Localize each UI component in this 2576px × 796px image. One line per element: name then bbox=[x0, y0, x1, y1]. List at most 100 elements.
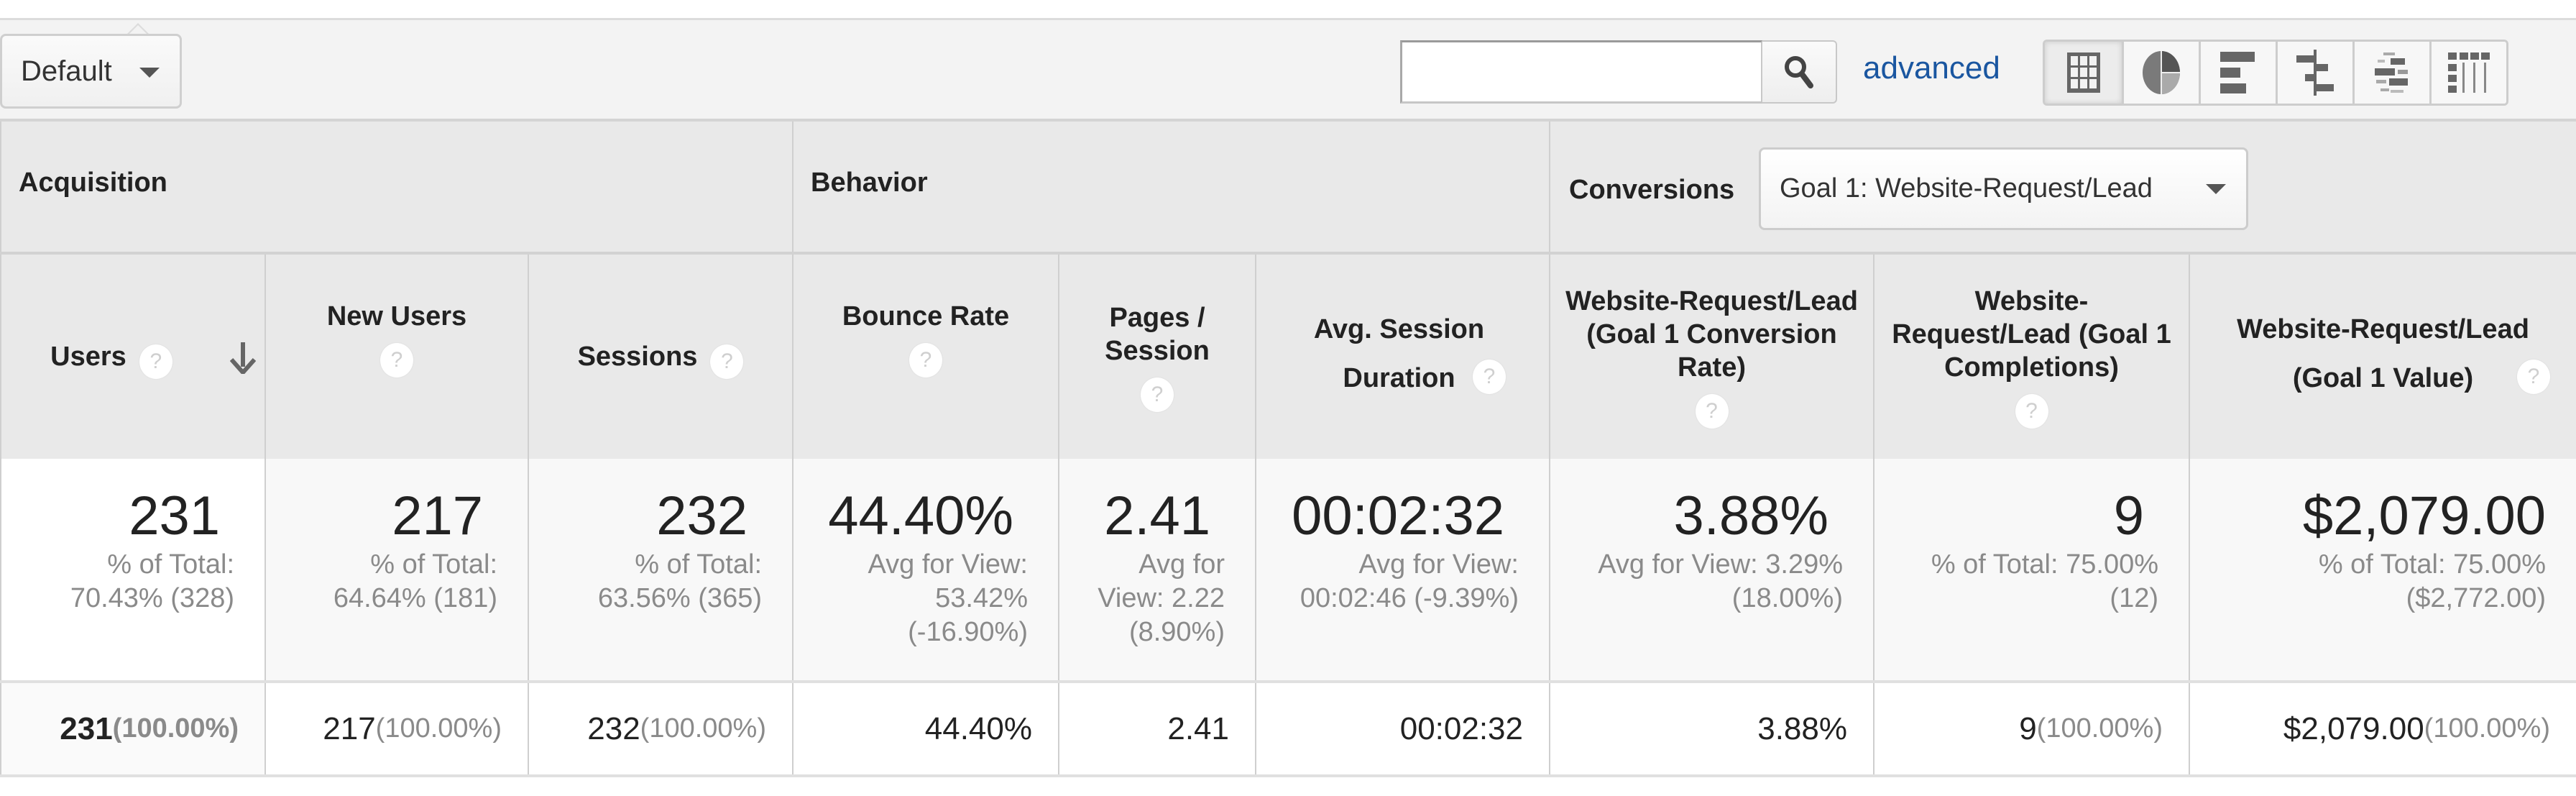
search-button[interactable] bbox=[1762, 40, 1837, 104]
view-selector-dropdown[interactable]: Default bbox=[0, 34, 182, 109]
summary-value: 217 bbox=[392, 485, 483, 546]
column-header-goal-value[interactable]: Website-Request/Lead (Goal 1 Value) ? bbox=[2189, 255, 2576, 459]
report-toolbar: Default advanced bbox=[0, 18, 2576, 122]
column-label: Sessions bbox=[577, 342, 698, 372]
summary-value: $2,079.00 bbox=[2302, 485, 2546, 546]
total-value: 2.41 bbox=[1167, 710, 1229, 746]
view-mode-group bbox=[2043, 40, 2508, 106]
column-header-avg-session-duration[interactable]: Avg. Session Duration ? bbox=[1255, 255, 1549, 459]
total-cell-conversion-rate: 3.88% bbox=[1549, 683, 1873, 774]
column-label: Pages / Session bbox=[1105, 303, 1210, 366]
help-icon[interactable]: ? bbox=[2517, 360, 2550, 394]
performance-view-button[interactable] bbox=[2199, 42, 2276, 104]
summary-comparison: Avg for View: 00:02:46 (-9.39%) bbox=[1300, 549, 1519, 613]
help-icon[interactable]: ? bbox=[710, 344, 744, 379]
pivot-view-button[interactable] bbox=[2429, 42, 2506, 104]
summary-comparison: % of Total: 63.56% (365) bbox=[597, 549, 762, 613]
caret-down-icon bbox=[139, 68, 160, 78]
help-icon[interactable]: ? bbox=[1695, 394, 1729, 429]
table-view-button[interactable] bbox=[2045, 42, 2122, 104]
total-cell-goal-value: $2,079.00 (100.00%) bbox=[2189, 683, 2576, 774]
column-header-pages-per-session[interactable]: Pages / Session ? bbox=[1058, 255, 1255, 459]
total-cell-completions: 9 (100.00%) bbox=[1873, 683, 2189, 774]
help-icon[interactable]: ? bbox=[1473, 360, 1506, 394]
pie-chart-icon bbox=[2143, 51, 2180, 94]
column-header-new-users[interactable]: New Users ? bbox=[264, 255, 528, 459]
column-header-conversion-rate[interactable]: Website-Request/Lead (Goal 1 Conversion … bbox=[1549, 255, 1873, 459]
grid-icon bbox=[2066, 52, 2100, 93]
summary-cell-goal-value: $2,079.00 % of Total: 75.00% ($2,772.00) bbox=[2189, 459, 2576, 680]
bar-chart-icon bbox=[2220, 52, 2255, 93]
summary-cell-sessions: 232 % of Total: 63.56% (365) bbox=[528, 459, 792, 680]
total-percent: (100.00%) bbox=[2424, 713, 2550, 744]
total-percent: (100.00%) bbox=[640, 713, 766, 744]
column-label: New Users bbox=[326, 301, 467, 331]
column-label: Website-Request/Lead (Goal 1 Completions… bbox=[1892, 286, 2171, 383]
total-row: 231 (100.00%) 217 (100.00%) 232 (100.00%) 4… bbox=[0, 683, 2576, 777]
summary-value: 9 bbox=[2113, 485, 2144, 546]
summary-comparison: % of Total: 75.00% (12) bbox=[1931, 549, 2158, 613]
table-search-input[interactable] bbox=[1400, 40, 1762, 104]
column-header-bounce-rate[interactable]: Bounce Rate ? bbox=[792, 255, 1058, 459]
total-value: 231 bbox=[60, 710, 113, 746]
summary-value: 00:02:32 bbox=[1292, 485, 1504, 546]
goal-selector-dropdown[interactable]: Goal 1: Website-Request/Lead bbox=[1759, 147, 2248, 230]
total-value: 44.40% bbox=[924, 710, 1032, 746]
summary-cell-bounce-rate: 44.40% Avg for View: 53.42% (-16.90%) bbox=[792, 459, 1058, 680]
total-percent: (100.00%) bbox=[112, 713, 239, 744]
column-header-users[interactable]: Users ? bbox=[0, 255, 264, 459]
summary-comparison: Avg for View: 2.22 (8.90%) bbox=[1098, 549, 1225, 647]
summary-row: 231 % of Total: 70.43% (328) 217 % of To… bbox=[0, 459, 2576, 683]
total-cell-pages-per-session: 2.41 bbox=[1058, 683, 1255, 774]
view-selector-label: Default bbox=[21, 55, 112, 87]
sort-descending-icon[interactable] bbox=[230, 342, 256, 374]
column-label: Bounce Rate bbox=[842, 301, 1010, 331]
metric-group-header: Acquisition Behavior Conversions Goal 1:… bbox=[0, 122, 2576, 255]
column-header-sessions[interactable]: Sessions ? bbox=[528, 255, 792, 459]
column-label: Website-Request/Lead (Goal 1 Value) bbox=[2237, 314, 2529, 393]
advanced-filter-link[interactable]: advanced bbox=[1863, 50, 2000, 86]
total-cell-new-users: 217 (100.00%) bbox=[264, 683, 528, 774]
summary-comparison: Avg for View: 53.42% (-16.90%) bbox=[868, 549, 1029, 647]
help-icon[interactable]: ? bbox=[909, 343, 942, 378]
summary-comparison: % of Total: 75.00% ($2,772.00) bbox=[2318, 549, 2546, 613]
group-behavior: Behavior bbox=[792, 122, 1549, 252]
summary-comparison: % of Total: 64.64% (181) bbox=[333, 549, 497, 613]
term-cloud-view-button[interactable] bbox=[2352, 42, 2429, 104]
comparison-icon bbox=[2296, 50, 2334, 96]
total-cell-avg-session-duration: 00:02:32 bbox=[1255, 683, 1549, 774]
summary-cell-conversion-rate: 3.88% Avg for View: 3.29% (18.00%) bbox=[1549, 459, 1873, 680]
summary-cell-pages-per-session: 2.41 Avg for View: 2.22 (8.90%) bbox=[1058, 459, 1255, 680]
summary-cell-completions: 9 % of Total: 75.00% (12) bbox=[1873, 459, 2189, 680]
total-value: 9 bbox=[2019, 710, 2037, 746]
summary-value: 231 bbox=[129, 485, 220, 546]
total-cell-users: 231 (100.00%) bbox=[0, 683, 264, 774]
column-header-completions[interactable]: Website-Request/Lead (Goal 1 Completions… bbox=[1873, 255, 2189, 459]
total-value: 00:02:32 bbox=[1399, 710, 1523, 746]
summary-comparison: % of Total: 70.43% (328) bbox=[70, 549, 234, 613]
summary-comparison: Avg for View: 3.29% (18.00%) bbox=[1598, 549, 1843, 613]
total-value: 232 bbox=[587, 710, 640, 746]
help-icon[interactable]: ? bbox=[380, 343, 413, 378]
help-icon[interactable]: ? bbox=[139, 344, 172, 379]
group-label: Behavior bbox=[811, 168, 928, 198]
summary-cell-avg-session-duration: 00:02:32 Avg for View: 00:02:46 (-9.39%) bbox=[1255, 459, 1549, 680]
pivot-icon bbox=[2448, 52, 2490, 93]
group-label: Conversions bbox=[1569, 175, 1735, 205]
summary-value: 2.41 bbox=[1104, 485, 1210, 546]
goal-selector-value: Goal 1: Website-Request/Lead bbox=[1780, 173, 2153, 203]
column-label: Users bbox=[50, 342, 126, 372]
summary-cell-new-users: 217 % of Total: 64.64% (181) bbox=[264, 459, 528, 680]
help-icon[interactable]: ? bbox=[2015, 394, 2048, 429]
total-percent: (100.00%) bbox=[375, 713, 502, 744]
group-conversions: Conversions Goal 1: Website-Request/Lead bbox=[1549, 122, 2576, 252]
total-value: 3.88% bbox=[1757, 710, 1847, 746]
caret-down-icon bbox=[2206, 184, 2226, 194]
search-icon bbox=[1785, 56, 1813, 88]
total-cell-sessions: 232 (100.00%) bbox=[528, 683, 792, 774]
percentage-view-button[interactable] bbox=[2122, 42, 2199, 104]
help-icon[interactable]: ? bbox=[1141, 378, 1174, 412]
group-label: Acquisition bbox=[19, 168, 167, 198]
summary-value: 3.88% bbox=[1673, 485, 1829, 546]
comparison-view-button[interactable] bbox=[2276, 42, 2352, 104]
